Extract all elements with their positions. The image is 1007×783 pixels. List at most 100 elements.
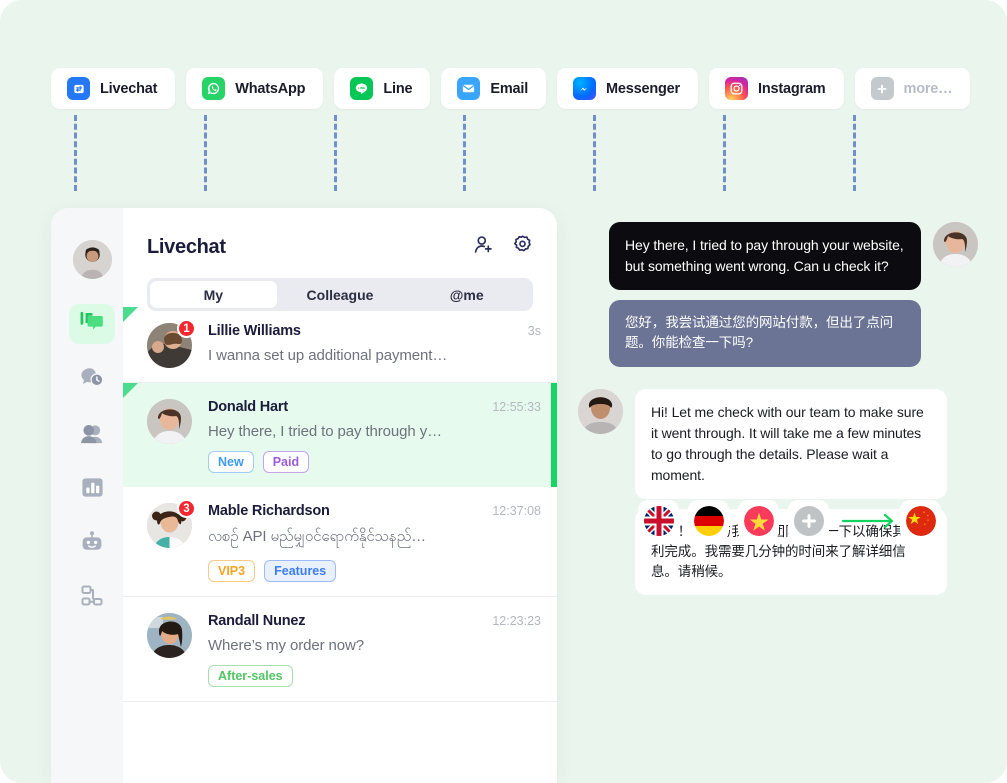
conversation-list[interactable]: 1 Lillie Williams 3s I wanna set up addi…	[123, 307, 557, 783]
connector-line-livechat	[74, 115, 77, 191]
conversation-item-3[interactable]: Randall Nunez 12:23:23 Where’s my order …	[123, 597, 557, 702]
channel-tab-label: Email	[490, 80, 529, 97]
channel-tab-label: WhatsApp	[235, 80, 306, 97]
channel-tab-label: Instagram	[758, 80, 826, 97]
conversation-item-1[interactable]: Donald Hart 12:55:33 Hey there, I tried …	[123, 383, 557, 487]
timestamp: 3s	[527, 324, 541, 338]
conversation-item-0[interactable]: 1 Lillie Williams 3s I wanna set up addi…	[123, 307, 557, 383]
conversation-item-2[interactable]: 3 Mable Richardson 12:37:08 လစဉ် API မည်…	[123, 487, 557, 597]
unread-marker-icon	[123, 307, 138, 322]
chat-clock-icon	[80, 366, 104, 394]
connector-line-instagram	[723, 115, 726, 191]
line-icon: LINE	[350, 77, 374, 100]
sidebar-item-workflow[interactable]	[69, 578, 115, 618]
tag-paid[interactable]: Paid	[262, 451, 310, 473]
connector-line-email	[463, 115, 466, 191]
flag-uk-tile[interactable]	[638, 500, 679, 541]
contacts-icon	[80, 423, 104, 450]
unread-marker-icon	[123, 383, 138, 398]
tab-at-me[interactable]: @me	[403, 281, 530, 308]
plus-circle-icon	[870, 77, 894, 100]
conversation-body: Mable Richardson 12:37:08 လစဉ် API မည်မျ…	[208, 503, 541, 582]
conversation-panel: Livechat My Colleague @me 1 Lillie Willi…	[123, 208, 557, 783]
bar-chart-icon	[81, 476, 104, 504]
flag-germany-tile[interactable]	[688, 500, 729, 541]
channel-tab-whatsapp[interactable]: WhatsApp	[186, 68, 324, 109]
agent-avatar	[578, 388, 623, 434]
customer-avatar	[933, 222, 978, 267]
message-preview: I wanna set up additional payment…	[208, 347, 448, 364]
message-preview: Where’s my order now?	[208, 637, 365, 654]
tag-new[interactable]: New	[208, 451, 254, 473]
avatar-wrap	[147, 613, 192, 687]
message-row-customer-translation: 您好，我尝试通过您的网站付款，但出了点问题。你能检查一下吗?	[578, 300, 978, 367]
channel-tab-label: more…	[903, 80, 953, 97]
sidebar-item-history[interactable]	[69, 360, 115, 400]
timestamp: 12:55:33	[492, 400, 541, 414]
channel-tab-livechat[interactable]: Livechat	[51, 68, 176, 109]
chat-transcript: Hey there, I tried to pay through your w…	[578, 222, 978, 605]
channel-tab-label: Line	[383, 80, 413, 97]
avatar-wrap	[147, 399, 192, 473]
channel-tab-instagram[interactable]: Instagram	[709, 68, 844, 109]
tag-list: VIP3 Features	[208, 560, 541, 582]
conversation-body: Lillie Williams 3s I wanna set up additi…	[208, 323, 541, 368]
workflow-icon	[80, 584, 104, 613]
tag-vip3[interactable]: VIP3	[208, 560, 256, 582]
add-language-button[interactable]	[788, 500, 829, 541]
tag-list: New Paid	[208, 451, 541, 473]
message-bubble: Hey there, I tried to pay through your w…	[609, 222, 921, 290]
flag-germany-icon	[693, 505, 724, 536]
livechat-icon	[67, 77, 90, 100]
contact-name: Randall Nunez	[208, 613, 306, 629]
contact-name: Lillie Williams	[208, 323, 301, 339]
message-preview: လစဉ် API မည်မျှဝင်ရောက်နိုင်သနည်…	[208, 528, 427, 545]
robot-icon	[80, 530, 104, 559]
connector-line-messenger	[593, 115, 596, 191]
conversation-body: Randall Nunez 12:23:23 Where’s my order …	[208, 613, 541, 687]
panel-header: Livechat	[123, 208, 557, 260]
tag-after-sales[interactable]: After-sales	[208, 665, 293, 687]
instagram-icon	[725, 77, 748, 100]
arrow-right-icon	[838, 512, 900, 530]
message-row-agent: Hi! Let me check with our team to make s…	[578, 388, 978, 499]
channel-tab-messenger[interactable]: Messenger	[557, 68, 698, 109]
tab-my[interactable]: My	[150, 281, 277, 308]
sidebar-item-analytics[interactable]	[69, 470, 115, 510]
conversation-body: Donald Hart 12:55:33 Hey there, I tried …	[208, 399, 541, 473]
add-user-icon[interactable]	[473, 234, 494, 260]
avatar[interactable]	[73, 240, 112, 279]
connector-line-whatsapp	[204, 115, 207, 191]
settings-icon[interactable]	[512, 234, 533, 260]
header-actions	[473, 234, 533, 260]
timestamp: 12:37:08	[492, 504, 541, 518]
contact-name: Mable Richardson	[208, 503, 330, 519]
contact-name: Donald Hart	[208, 399, 288, 415]
language-selector	[638, 500, 950, 541]
flag-china-tile[interactable]	[900, 500, 941, 541]
tab-colleague[interactable]: Colleague	[277, 281, 404, 308]
channel-tab-line[interactable]: LINE Line	[334, 68, 431, 109]
email-icon	[457, 77, 481, 100]
sidebar-item-chats[interactable]	[69, 304, 115, 344]
flag-uk-icon	[643, 505, 674, 536]
app-window: Livechat My Colleague @me 1 Lillie Willi…	[51, 208, 557, 783]
message-preview: Hey there, I tried to pay through y…	[208, 423, 443, 440]
avatar-wrap: 3	[147, 499, 196, 582]
sidebar-item-bot[interactable]	[69, 524, 115, 564]
avatar	[147, 399, 192, 444]
sidebar-item-contacts[interactable]	[69, 416, 115, 456]
connector-line-line	[334, 115, 337, 191]
whatsapp-icon	[202, 77, 226, 100]
flag-vietnam-tile[interactable]	[738, 500, 779, 541]
message-bubble-translated: 您好，我尝试通过您的网站付款，但出了点问题。你能检查一下吗?	[609, 300, 921, 367]
tag-list: After-sales	[208, 665, 541, 687]
timestamp: 12:23:23	[492, 614, 541, 628]
tag-features[interactable]: Features	[264, 560, 337, 582]
channel-tab-more[interactable]: more…	[854, 68, 971, 109]
channel-tab-email[interactable]: Email	[441, 68, 547, 109]
svg-text:LINE: LINE	[358, 86, 365, 90]
page-title: Livechat	[147, 235, 226, 258]
messenger-icon	[573, 77, 597, 100]
chat-bubbles-icon	[80, 311, 104, 338]
